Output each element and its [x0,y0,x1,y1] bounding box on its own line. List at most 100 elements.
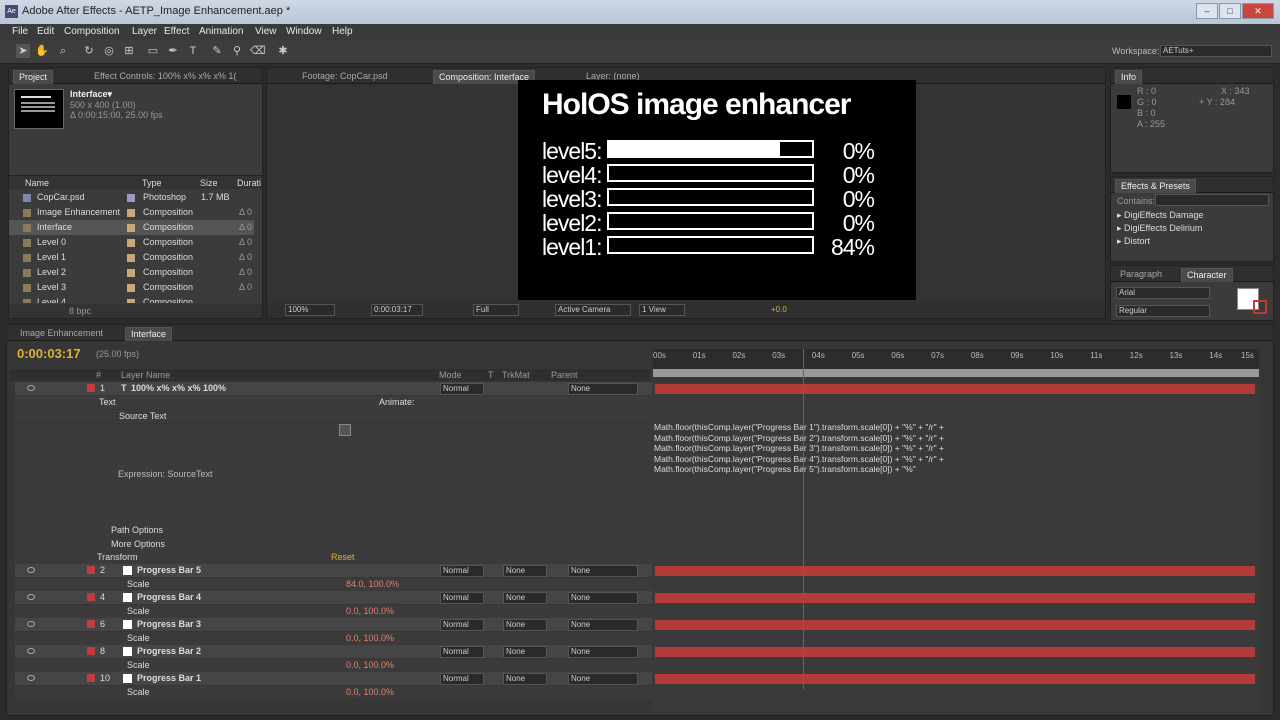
parent-select[interactable]: None [568,592,638,604]
expression-line[interactable]: Math.floor(thisComp.layer("Progress Bar … [654,443,944,453]
col-type[interactable]: Type [142,178,162,188]
reset-link[interactable]: Reset [331,551,355,564]
menu-view[interactable]: View [255,26,277,37]
menu-effect[interactable]: Effect [164,26,189,37]
effect-item-damage[interactable]: ▸ DigiEffects Damage [1117,210,1203,221]
orbit-camera-icon[interactable]: ◎ [102,44,116,58]
expression-line[interactable]: Math.floor(thisComp.layer("Progress Bar … [654,464,916,474]
layer-bar-text[interactable] [655,384,1255,394]
hand-tool-icon[interactable]: ✋ [35,44,49,58]
tab-info[interactable]: Info [1115,70,1143,84]
pan-behind-icon[interactable]: ⊞ [122,44,136,58]
workspace-select[interactable]: AETuts+ [1160,45,1272,57]
col-name[interactable]: Name [25,178,49,188]
font-select[interactable]: Arial [1116,287,1210,299]
layer-bar-progress[interactable] [655,593,1255,603]
prop-source-text[interactable]: Source Text [15,410,656,423]
blend-mode-select[interactable]: Normal [440,592,484,604]
project-item[interactable]: Level 1 Composition Δ 0 [9,250,254,265]
effects-search-input[interactable] [1155,194,1269,206]
label-color[interactable] [87,647,95,655]
layer-row-progress-bar[interactable]: 8 Progress Bar 2 Normal None None [15,645,656,658]
comp-canvas[interactable]: HolOS image enhancer level5: 0% level4: 0… [518,80,916,300]
scale-value[interactable]: 0.0, 100.0% [346,686,394,699]
views-select[interactable]: 1 View [639,304,685,316]
type-tool-icon[interactable]: T [186,44,200,58]
prop-scale[interactable]: Scale 84.0, 100.0% [15,578,656,591]
trkmat-select[interactable]: None [503,619,547,631]
visibility-eye-icon[interactable] [27,567,35,573]
tab-paragraph[interactable]: Paragraph [1115,268,1167,282]
menu-animation[interactable]: Animation [199,26,243,37]
menu-layer[interactable]: Layer [132,26,157,37]
project-item[interactable]: Image Enhancement Composition Δ 0 [9,205,254,220]
visibility-eye-icon[interactable] [27,385,35,391]
eraser-tool-icon[interactable]: ⌫ [250,44,266,58]
clone-tool-icon[interactable]: ⚲ [230,44,244,58]
tab-interface[interactable]: Interface [125,327,173,341]
expression-line[interactable]: Math.floor(thisComp.layer("Progress Bar … [654,433,944,443]
expression-toggle[interactable] [339,424,351,436]
layer-row-progress-bar[interactable]: 2 Progress Bar 5 Normal None None [15,564,656,577]
menu-window[interactable]: Window [286,26,322,37]
scale-value[interactable]: 0.0, 100.0% [346,605,394,618]
scale-value[interactable]: 0.0, 100.0% [346,659,394,672]
puppet-tool-icon[interactable]: ✱ [276,44,290,58]
prop-scale[interactable]: Scale 0.0, 100.0% [15,659,656,672]
visibility-eye-icon[interactable] [27,621,35,627]
camera-select[interactable]: Active Camera [555,304,631,316]
selection-tool-icon[interactable]: ➤ [16,44,30,58]
time-ruler[interactable]: 00s 01s 02s 03s 04s 05s 06s 07s 08s 09s 10s 11s 12s 1… [653,349,1259,369]
label-color[interactable] [87,674,95,682]
project-item[interactable]: Level 0 Composition Δ 0 [9,235,254,250]
layer-row-progress-bar[interactable]: 6 Progress Bar 3 Normal None None [15,618,656,631]
project-item[interactable]: Level 3 Composition Δ 0 [9,280,254,295]
layer-name[interactable]: 100% x% x% x% 100% [131,382,226,395]
col-size[interactable]: Size [200,178,218,188]
blend-mode-select[interactable]: Normal [440,619,484,631]
current-time[interactable]: 0:00:03:17 [17,346,81,361]
menu-file[interactable]: File [12,26,28,37]
font-style-select[interactable]: Regular [1116,305,1210,317]
label-color[interactable] [87,593,95,601]
current-time-indicator[interactable] [803,349,804,689]
layer-row-text[interactable]: 1 T 100% x% x% x% 100% Normal None [15,382,656,395]
maximize-button[interactable]: □ [1219,3,1241,19]
prop-more-options[interactable]: More Options [15,538,656,551]
work-area-bar[interactable] [653,369,1259,377]
pen-tool-icon[interactable]: ✒ [166,44,180,58]
blend-mode-select[interactable]: Normal [440,646,484,658]
layer-name[interactable]: Progress Bar 2 [137,645,201,658]
effect-item-delirium[interactable]: ▸ DigiEffects Delirium [1117,223,1202,234]
label-color[interactable] [87,384,95,392]
layer-bar-progress[interactable] [655,674,1255,684]
prop-scale[interactable]: Scale 0.0, 100.0% [15,632,656,645]
tab-effect-controls[interactable]: Effect Controls: 100% x% x% x% 1( [89,70,241,84]
tab-image-enhancement[interactable]: Image Enhancement [15,327,108,341]
parent-select[interactable]: None [568,646,638,658]
header-layer-name[interactable]: Layer Name [121,370,170,380]
blend-mode-select[interactable]: Normal [440,565,484,577]
expression-line[interactable]: Math.floor(thisComp.layer("Progress Bar … [654,454,944,464]
layer-name[interactable]: Progress Bar 3 [137,618,201,631]
zoom-select[interactable]: 100% [285,304,335,316]
exposure-value[interactable]: +0.0 [771,305,787,314]
layer-bar-progress[interactable] [655,647,1255,657]
label-color[interactable] [87,620,95,628]
zoom-tool-icon[interactable]: ⌕ [56,44,70,58]
stroke-color-swatch[interactable] [1253,300,1267,314]
parent-select[interactable]: None [568,619,638,631]
effect-item-distort[interactable]: ▸ Distort [1117,236,1150,247]
visibility-eye-icon[interactable] [27,675,35,681]
prop-scale[interactable]: Scale 0.0, 100.0% [15,605,656,618]
trkmat-select[interactable]: None [503,673,547,685]
layer-name[interactable]: Progress Bar 1 [137,672,201,685]
expression-line[interactable]: Math.floor(thisComp.layer("Progress Bar … [654,422,944,432]
menu-edit[interactable]: Edit [37,26,54,37]
track-area[interactable]: Math.floor(thisComp.layer("Progress Bar … [652,349,1260,712]
minimize-button[interactable]: – [1196,3,1218,19]
layer-name[interactable]: Progress Bar 5 [137,564,201,577]
bpc-label[interactable]: 8 bpc [69,306,91,316]
visibility-eye-icon[interactable] [27,648,35,654]
prop-path-options[interactable]: Path Options [15,524,656,537]
